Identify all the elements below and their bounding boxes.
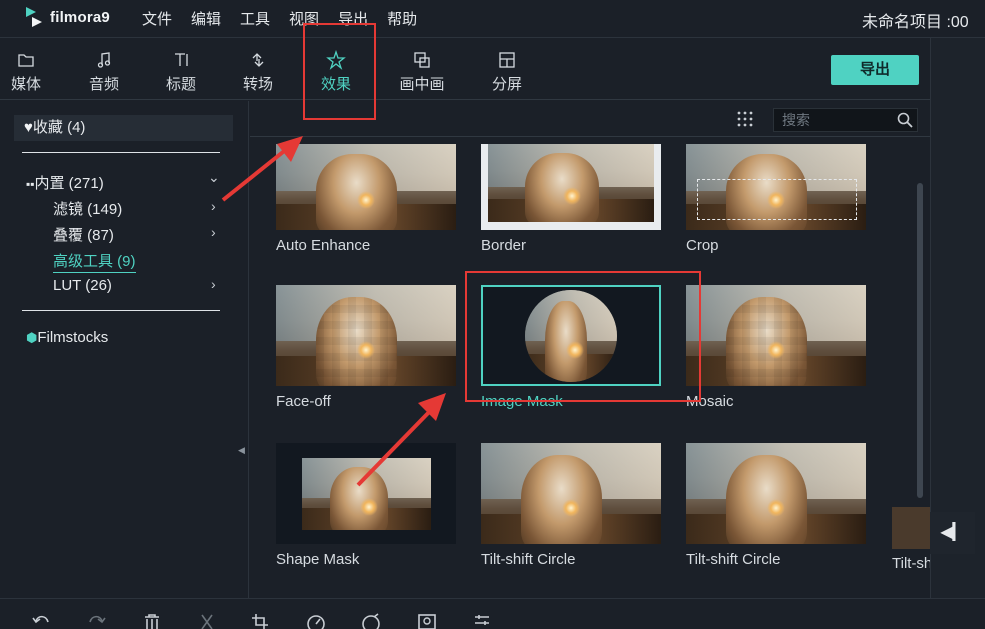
effect-thumbnail (481, 144, 661, 230)
export-button[interactable]: 导出 (831, 55, 919, 85)
effect-label: Face-off (276, 393, 331, 410)
transition-icon (252, 53, 264, 67)
app-name: filmora9 (50, 8, 110, 26)
sidebar-item-lut[interactable]: LUT (26) (53, 277, 112, 294)
main-menu: 文件 编辑 工具 视图 导出 帮助 (142, 8, 436, 29)
tab-audio[interactable]: 音频 (74, 50, 134, 94)
menu-export[interactable]: 导出 (338, 8, 368, 29)
folder-icon (18, 54, 34, 67)
effect-thumbnail (892, 507, 930, 549)
project-title: 未命名项目 :00 (862, 14, 969, 31)
filmstocks-label: Filmstocks (37, 329, 109, 346)
effect-label: Border (481, 237, 527, 254)
effect-label: Tilt-shift Circle (481, 551, 576, 568)
sidebar-item-builtin[interactable]: ▪▪内置 (271) (26, 172, 104, 193)
menu-bar: filmora9 文件 编辑 工具 视图 导出 帮助 未命名项目 :00 (0, 0, 985, 38)
tab-media[interactable]: 媒体 (0, 50, 56, 94)
effects-icon (326, 50, 346, 70)
tab-label: 音频 (88, 76, 119, 93)
menu-view[interactable]: 视图 (289, 8, 319, 29)
effect-label: Tilt-shif (892, 555, 930, 572)
tab-label: 标题 (165, 76, 196, 93)
effect-label: Mosaic (686, 393, 734, 410)
sidebar-item-advanced-tools[interactable]: 高级工具 (9) (53, 250, 136, 273)
effects-library: Auto Enhance Border Crop Face-off Image … (250, 101, 930, 598)
divider (22, 152, 220, 153)
builtin-label: 内置 (271) (34, 175, 104, 192)
timeline-toolbar (0, 598, 985, 629)
title-text-icon (175, 53, 188, 66)
effect-thumbnail (686, 285, 866, 386)
chevron-right-icon[interactable]: › (211, 224, 216, 240)
sidebar-item-filmstocks[interactable]: ⬢Filmstocks (26, 329, 108, 346)
effect-label: Tilt-shift Circle (686, 551, 781, 568)
heart-icon: ♥ (24, 119, 33, 136)
favorites-label: 收藏 (4) (32, 119, 86, 136)
sidebar-item-overlays[interactable]: 叠覆 (87) (53, 224, 114, 245)
sidebar-item-favorites[interactable]: ♥收藏 (4) (14, 115, 233, 141)
picture-in-picture-icon (414, 52, 430, 68)
search-input[interactable] (774, 109, 894, 131)
effect-thumbnail (686, 144, 866, 230)
effect-thumbnail (481, 285, 661, 386)
circle-mask (525, 290, 617, 382)
tab-transitions[interactable]: 转场 (228, 50, 288, 94)
search-icon[interactable] (897, 112, 913, 128)
tab-label: 媒体 (10, 76, 41, 93)
music-note-icon (97, 52, 111, 68)
chevron-down-icon[interactable]: ⌄ (208, 169, 220, 186)
tab-label: 转场 (242, 76, 273, 93)
tab-pip[interactable]: 画中画 (392, 50, 452, 94)
collapse-sidebar-icon[interactable]: ◀ (238, 441, 248, 459)
menu-tools[interactable]: 工具 (240, 8, 270, 29)
tab-split-screen[interactable]: 分屏 (477, 50, 537, 94)
effect-thumbnail (481, 443, 661, 544)
crop-frame (697, 179, 857, 220)
library-toolbar (250, 101, 930, 137)
effect-label: Crop (686, 237, 719, 254)
effect-thumbnail (276, 285, 456, 386)
tab-label: 画中画 (399, 76, 445, 93)
app-logo: filmora9 (24, 6, 110, 28)
effect-label: Image Mask (481, 393, 563, 410)
cube-icon: ⬢ (26, 330, 38, 345)
menu-file[interactable]: 文件 (142, 8, 172, 29)
chevron-right-icon[interactable]: › (211, 198, 216, 214)
category-sidebar: ♥收藏 (4) ▪▪内置 (271) ⌄ 滤镜 (149) › 叠覆 (87) … (0, 101, 249, 598)
split-screen-icon (499, 52, 515, 68)
module-toolbar: 媒体 音频 标题 转场 效果 画中画 分屏 (0, 38, 930, 104)
tab-label: 分屏 (491, 76, 522, 93)
effect-thumbnail (276, 443, 456, 544)
play-icon[interactable]: ◀▎ (930, 512, 975, 554)
search-box (773, 108, 918, 132)
tab-effects[interactable]: 效果 (306, 50, 366, 104)
menu-help[interactable]: 帮助 (387, 8, 417, 29)
filmora-logo-icon (26, 7, 42, 27)
effect-thumbnail (276, 144, 456, 230)
tab-label: 效果 (320, 76, 351, 93)
library-scrollbar[interactable] (917, 183, 923, 498)
sidebar-item-filters[interactable]: 滤镜 (149) (53, 198, 122, 219)
divider (22, 310, 220, 311)
menu-edit[interactable]: 编辑 (191, 8, 221, 29)
grid-small-icon: ▪▪ (26, 177, 35, 191)
chevron-right-icon[interactable]: › (211, 276, 216, 292)
effect-label: Shape Mask (276, 551, 360, 568)
tab-titles[interactable]: 标题 (151, 50, 211, 94)
grid-view-icon[interactable] (736, 110, 754, 128)
effect-thumbnail (686, 443, 866, 544)
effect-label: Auto Enhance (276, 237, 371, 254)
